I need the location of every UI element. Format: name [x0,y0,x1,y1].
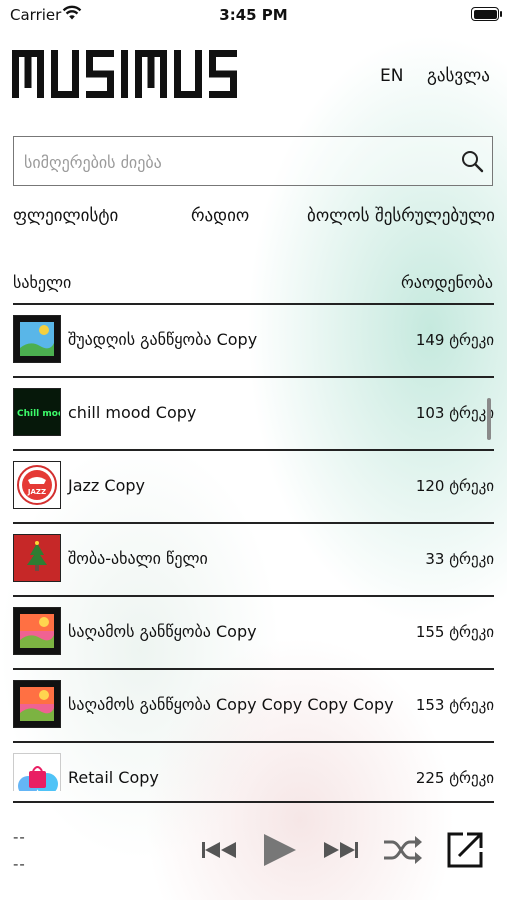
shuffle-icon[interactable] [382,830,424,874]
language-switch[interactable]: EN [380,66,403,86]
playlist-cover-christmas-tree [13,534,61,582]
playlist-cover-chill-neon: Chill mood [13,388,61,436]
previous-track-icon[interactable] [199,830,239,874]
list-item[interactable]: Chill mood chill mood Copy 103 ტრეკი [13,378,494,451]
playlist-title: chill mood Copy [68,403,197,422]
playlist-cover-shopping-bag [13,753,61,791]
track-count: 225 ტრეკი [415,769,494,787]
app-logo [12,50,256,102]
list-item[interactable]: საღამოს განწყობა Copy Copy Copy Copy 153… [13,670,494,743]
next-track-icon[interactable] [321,830,361,874]
battery-icon [471,7,502,21]
list-item[interactable]: შუადღის განწყობა Copy 149 ტრეკი [13,305,494,378]
divider [13,801,494,803]
search-icon[interactable] [460,149,484,177]
playlist-title: Jazz Copy [68,476,145,495]
list-item[interactable]: JAZZ Jazz Copy 120 ტრეკი [13,451,494,524]
column-header-count[interactable]: რაოდენობა [401,273,493,292]
track-count: 155 ტრეკი [415,623,494,641]
thumb-text: Chill mood [17,409,60,419]
clock: 3:45 PM [219,6,288,24]
track-count: 103 ტრეკი [415,404,494,422]
tab-recently-played[interactable]: ბოლოს შესრულებული [307,206,495,226]
logout-button[interactable]: გასვლა [427,66,490,86]
search-box [13,136,493,187]
list-item[interactable]: შობა-ახალი წელი 33 ტრეკი [13,524,494,597]
playlist-title: საღამოს განწყობა Copy [68,622,257,641]
list-item[interactable]: Retail Copy 225 ტრეკი [13,743,494,791]
column-header-name[interactable]: სახელი [13,273,71,292]
search-input[interactable] [22,137,456,187]
playlist-title: შუადღის განწყობა Copy [68,330,258,349]
playlist-title: შობა-ახალი წელი [68,549,208,568]
list-item[interactable]: საღამოს განწყობა Copy 155 ტრეკი [13,597,494,670]
scrollbar[interactable] [487,398,491,440]
playlist-cover-landscape-sunset [13,680,61,728]
playlist-cover-landscape-day [13,315,61,363]
playlist-cover-jazz: JAZZ [13,461,61,509]
playlist-list[interactable]: შუადღის განწყობა Copy 149 ტრეკი Chill mo… [13,305,494,791]
tab-bar: ფლეილისტი რადიო ბოლოს შესრულებული [13,206,495,232]
track-count: 153 ტრეკი [415,696,494,714]
tab-radio[interactable]: რადიო [191,206,249,226]
playlist-cover-landscape-sunset [13,607,61,655]
tab-playlists[interactable]: ფლეილისტი [13,206,118,226]
open-external-icon[interactable] [445,830,485,874]
playlist-title: საღამოს განწყობა Copy Copy Copy Copy [68,695,394,714]
now-playing-title: -- [13,828,26,846]
track-count: 149 ტრეკი [415,331,494,349]
playlist-title: Retail Copy [68,768,159,787]
thumb-text: JAZZ [27,488,46,496]
play-icon[interactable] [260,830,300,874]
status-bar: Carrier 3:45 PM [0,0,507,30]
now-playing-artist: -- [13,855,26,873]
track-count: 120 ტრეკი [415,477,494,495]
track-count: 33 ტრეკი [425,550,494,568]
